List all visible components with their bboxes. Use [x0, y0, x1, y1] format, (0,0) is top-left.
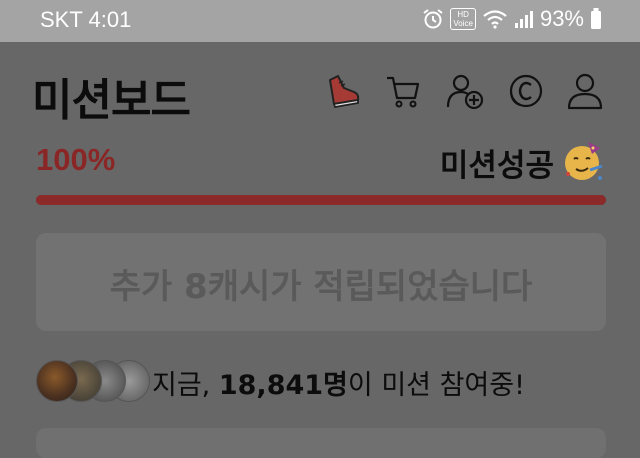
page-title: 미션보드: [32, 75, 191, 126]
clock: 4:01: [88, 7, 132, 32]
battery-percent: 93%: [539, 6, 584, 31]
status-right: HD Voice 93%: [422, 6, 602, 32]
cart-icon[interactable]: [384, 72, 422, 110]
participants-count: 18,841명: [218, 370, 348, 401]
battery-icon: [591, 8, 601, 29]
hd-voice-icon: HD Voice: [450, 8, 476, 30]
carrier-label: SKT: [40, 7, 83, 32]
party-face-icon: [565, 142, 603, 180]
status-bar: SKT 4:01 HD Voice 93%: [0, 0, 640, 42]
shoe-icon[interactable]: [324, 72, 362, 110]
profile-icon[interactable]: [566, 72, 604, 110]
coin-icon[interactable]: [506, 72, 544, 110]
progress-percent: 100%: [36, 142, 116, 177]
mission-success-label: 미션성공: [439, 148, 554, 184]
status-left: SKT 4:01: [40, 7, 131, 33]
alarm-icon: [423, 9, 443, 29]
wifi-icon: [483, 10, 507, 29]
participant-avatars: [36, 360, 150, 402]
add-friend-icon[interactable]: [446, 72, 484, 110]
participants-text: 지금, 18,841명이 미션 참여중!: [152, 363, 525, 402]
bottom-card: [36, 428, 606, 458]
progress-bar: [36, 195, 606, 205]
reward-banner-text: 추가 8캐시가 적립되었습니다: [109, 267, 533, 307]
reward-banner: 추가 8캐시가 적립되었습니다: [36, 233, 606, 331]
avatar: [36, 360, 78, 402]
signal-icon: [514, 11, 533, 28]
participants-suffix: 이 미션 참여중!: [347, 370, 525, 401]
progress-bar-fill: [36, 195, 606, 205]
participants-prefix: 지금,: [152, 370, 219, 401]
